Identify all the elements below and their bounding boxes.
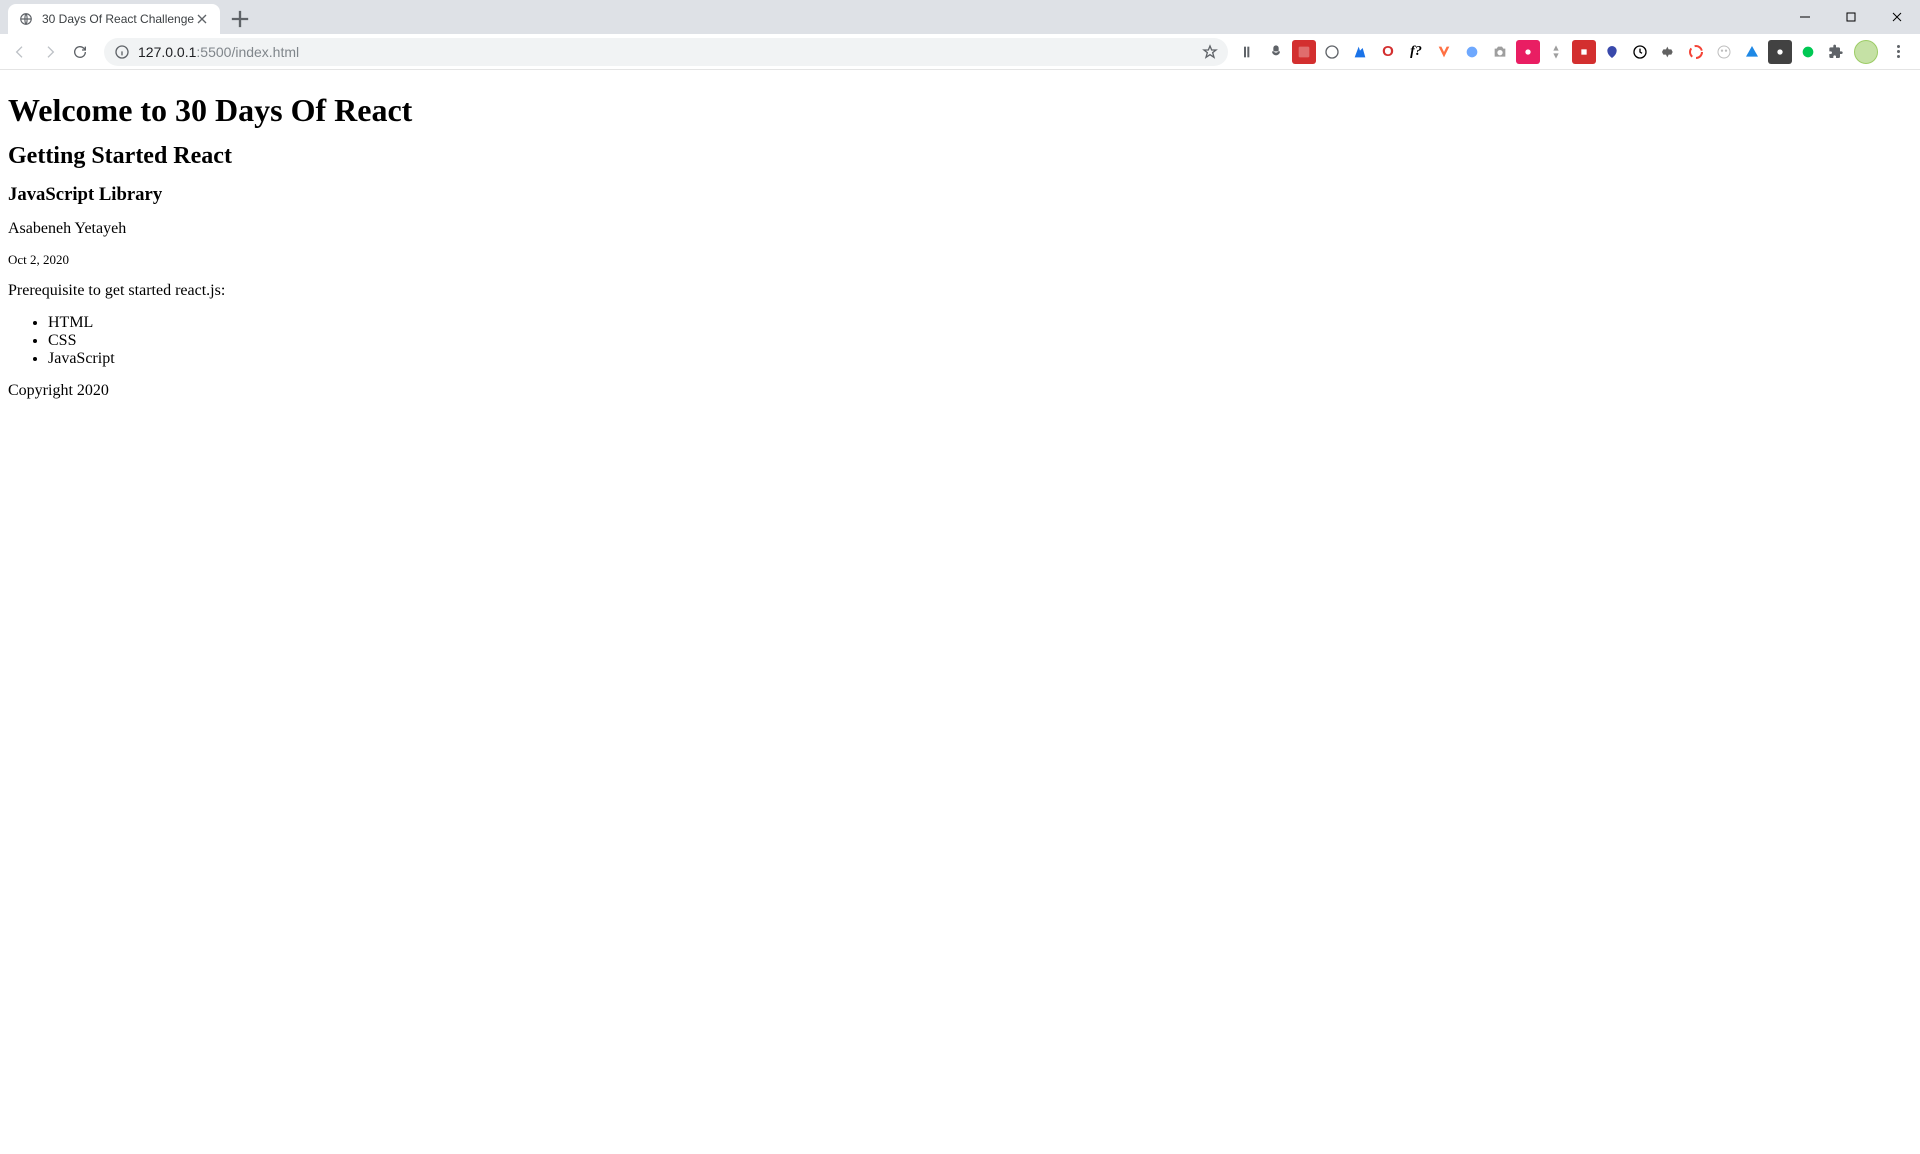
page-heading-h1: Welcome to 30 Days Of React	[8, 92, 1912, 129]
extension-icon[interactable]	[1488, 40, 1512, 64]
page-heading-h3: JavaScript Library	[8, 184, 1912, 206]
window-minimize-button[interactable]	[1782, 0, 1828, 34]
extension-icon[interactable]	[1600, 40, 1624, 64]
browser-tab[interactable]: 30 Days Of React Challenge	[8, 4, 220, 34]
list-item: CSS	[48, 332, 1912, 350]
extensions-row: O f?	[1236, 38, 1914, 66]
footer-text: Copyright 2020	[8, 382, 1912, 400]
extension-icon[interactable]	[1516, 40, 1540, 64]
extension-icon[interactable]	[1292, 40, 1316, 64]
extension-icon[interactable]	[1544, 40, 1568, 64]
url-port: :5500	[196, 44, 231, 60]
bookmark-star-icon[interactable]	[1202, 44, 1218, 60]
extension-icon[interactable]: O	[1376, 40, 1400, 64]
back-button[interactable]	[6, 38, 34, 66]
date-text: Oct 2, 2020	[8, 252, 1912, 268]
url-host: 127.0.0.1	[138, 44, 196, 60]
extension-icon[interactable]: f?	[1404, 40, 1428, 64]
prereq-list: HTML CSS JavaScript	[8, 314, 1912, 368]
extension-icon[interactable]	[1572, 40, 1596, 64]
window-controls	[1782, 0, 1920, 34]
page-heading-h2: Getting Started React	[8, 143, 1912, 170]
tab-strip: 30 Days Of React Challenge	[0, 0, 1920, 34]
url-path: /index.html	[231, 44, 299, 60]
browser-menu-button[interactable]	[1884, 38, 1912, 66]
extension-icon[interactable]	[1320, 40, 1344, 64]
list-item: JavaScript	[48, 350, 1912, 368]
extension-icon[interactable]	[1348, 40, 1372, 64]
window-close-button[interactable]	[1874, 0, 1920, 34]
window-maximize-button[interactable]	[1828, 0, 1874, 34]
extension-icon[interactable]	[1460, 40, 1484, 64]
prereq-intro-text: Prerequisite to get started react.js:	[8, 282, 1912, 300]
extension-icon[interactable]	[1684, 40, 1708, 64]
extension-icon[interactable]	[1740, 40, 1764, 64]
page-content: Welcome to 30 Days Of React Getting Star…	[0, 70, 1920, 1154]
extension-icon[interactable]	[1628, 40, 1652, 64]
forward-button[interactable]	[36, 38, 64, 66]
site-info-icon[interactable]	[114, 44, 130, 60]
reload-button[interactable]	[66, 38, 94, 66]
tab-title: 30 Days Of React Challenge	[42, 12, 194, 26]
profile-avatar[interactable]	[1854, 40, 1878, 64]
author-text: Asabeneh Yetayeh	[8, 220, 1912, 238]
browser-toolbar: 127.0.0.1:5500/index.html O f?	[0, 34, 1920, 70]
address-bar[interactable]: 127.0.0.1:5500/index.html	[104, 38, 1228, 66]
extension-icon[interactable]	[1236, 40, 1260, 64]
extension-icon[interactable]	[1432, 40, 1456, 64]
extension-icon[interactable]	[1768, 40, 1792, 64]
extension-icon[interactable]	[1264, 40, 1288, 64]
globe-favicon-icon	[18, 11, 34, 27]
extension-icon[interactable]	[1796, 40, 1820, 64]
url-text: 127.0.0.1:5500/index.html	[138, 44, 1194, 60]
list-item: HTML	[48, 314, 1912, 332]
extensions-puzzle-icon[interactable]	[1824, 40, 1848, 64]
extension-icon[interactable]	[1712, 40, 1736, 64]
new-tab-button[interactable]	[226, 5, 254, 33]
extension-icon[interactable]	[1656, 40, 1680, 64]
close-tab-icon[interactable]	[194, 11, 210, 27]
